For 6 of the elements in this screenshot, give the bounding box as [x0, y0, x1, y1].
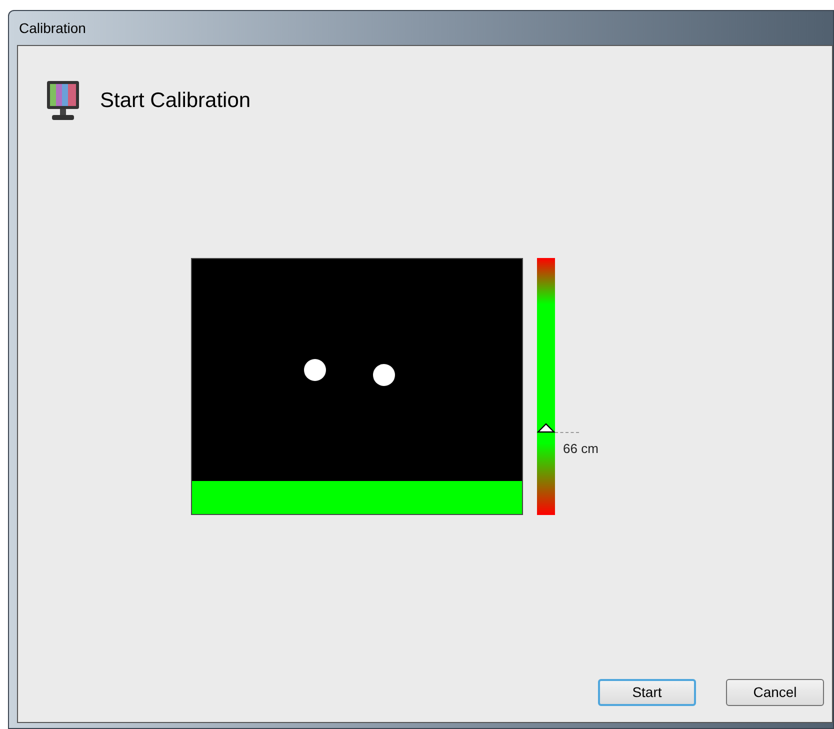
header-title: Start Calibration — [100, 88, 251, 114]
window-title: Calibration — [19, 18, 86, 38]
cancel-button[interactable]: Cancel — [726, 679, 824, 706]
start-button[interactable]: Start — [598, 679, 696, 706]
distance-reading: 66 cm — [563, 440, 598, 458]
monitor-icon — [46, 80, 80, 122]
